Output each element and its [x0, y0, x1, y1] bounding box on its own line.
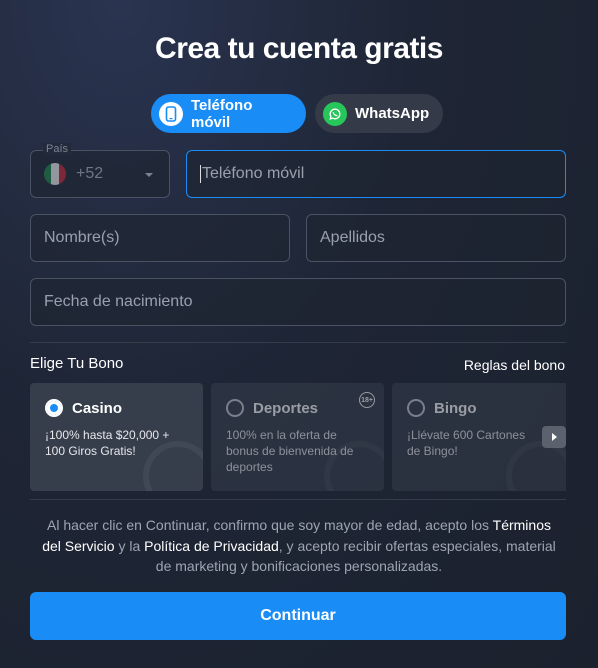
- bonus-name: Casino: [72, 399, 123, 417]
- birthdate-input[interactable]: Fecha de nacimiento: [30, 278, 566, 326]
- age-badge: 18+: [359, 392, 375, 408]
- phone-input[interactable]: Teléfono móvil: [186, 150, 566, 198]
- signup-method-tabs: Teléfono móvil WhatsApp: [151, 94, 443, 133]
- bonus-card-casino[interactable]: Casino ¡100% hasta $20,000 + 100 Giros G…: [30, 383, 203, 491]
- tab-phone[interactable]: Teléfono móvil: [151, 94, 306, 133]
- divider: [30, 499, 566, 500]
- birthdate-placeholder: Fecha de nacimiento: [44, 293, 193, 310]
- bonus-name: Bingo: [434, 399, 477, 417]
- radio-bingo[interactable]: [407, 399, 425, 417]
- names-placeholder: Nombre(s): [44, 229, 120, 246]
- page-title: Crea tu cuenta gratis: [155, 32, 443, 65]
- names-input[interactable]: Nombre(s): [30, 214, 290, 262]
- privacy-link[interactable]: Política de Privacidad: [144, 538, 279, 554]
- surnames-input[interactable]: Apellidos: [306, 214, 566, 262]
- continue-button[interactable]: Continuar: [30, 592, 566, 640]
- bonus-card-bingo[interactable]: Bingo ¡Llévate 600 Cartones de Bingo!: [392, 383, 566, 491]
- text-cursor: [200, 165, 201, 183]
- bono-rules-link[interactable]: Reglas del bono: [464, 357, 565, 373]
- divider: [30, 342, 566, 343]
- tab-whatsapp[interactable]: WhatsApp: [315, 94, 443, 133]
- phone-icon: [159, 101, 183, 126]
- chevron-down-icon: [145, 173, 153, 177]
- country-label: País: [43, 143, 72, 155]
- bonus-name: Deportes: [253, 399, 319, 417]
- chevron-right-icon: [552, 433, 557, 441]
- radio-deportes[interactable]: [226, 399, 244, 417]
- scroll-right-button[interactable]: [542, 426, 566, 448]
- bonus-desc: ¡Llévate 600 Cartones de Bingo!: [407, 428, 526, 458]
- phone-placeholder: Teléfono móvil: [202, 165, 305, 182]
- bonus-card-deportes[interactable]: 18+ Deportes 100% en la oferta de bonus …: [211, 383, 384, 491]
- bono-title: Elige Tu Bono: [30, 355, 124, 372]
- radio-casino[interactable]: [45, 399, 63, 417]
- mexico-flag-icon: [44, 163, 66, 185]
- surnames-placeholder: Apellidos: [320, 229, 385, 246]
- legal-text: Al hacer clic en Continuar, confirmo que…: [42, 517, 556, 574]
- country-code: +52: [76, 165, 104, 182]
- country-select[interactable]: País +52: [30, 143, 170, 198]
- whatsapp-icon: [323, 101, 347, 126]
- tab-phone-label: Teléfono móvil: [191, 96, 253, 131]
- tab-whatsapp-label: WhatsApp: [355, 105, 430, 122]
